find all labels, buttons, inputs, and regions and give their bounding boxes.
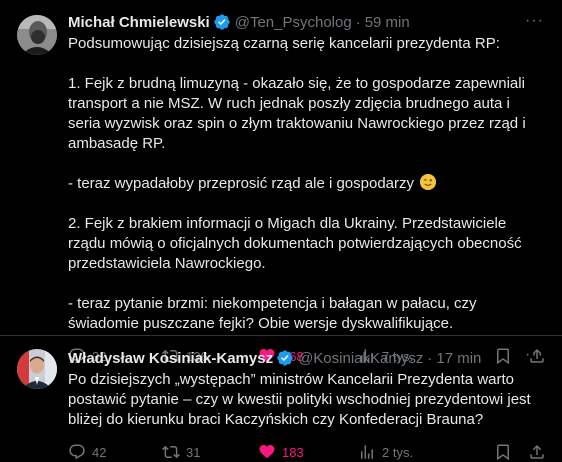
tweet-michal-chmielewski[interactable]: ··· Michał Chmielewski @Ten_Psycholog · … [0,0,562,365]
like-count: 183 [282,444,304,460]
views-chart-icon [361,445,373,459]
separator: · [427,349,433,367]
tweet-actions: 42 31 183 2 tys. [68,442,546,462]
repost-count: 31 [186,444,201,460]
tweet-wladyslaw-kosiniak-kamysz[interactable]: ··· Władysław Kosiniak-Kamysz @KosiniakK… [0,336,562,461]
tweet-text: Podsumowując dzisiejszą czarną serię kan… [68,34,546,334]
bookmark-icon[interactable] [494,443,512,461]
repost-icon [162,445,180,459]
repost-button[interactable]: 31 [162,443,258,461]
reply-count: 42 [92,444,107,460]
avatar[interactable] [17,15,57,55]
like-button[interactable]: 183 [258,443,358,461]
author-name[interactable]: Władysław Kosiniak-Kamysz [68,350,273,367]
verified-badge-icon [277,350,293,366]
tweet-header: Władysław Kosiniak-Kamysz @KosiniakKamys… [68,348,546,368]
verified-badge-icon [214,14,230,30]
author-name[interactable]: Michał Chmielewski [68,14,210,31]
wink-emoji-icon [420,174,437,190]
tweet-line: Podsumowując dzisiejszą czarną serię kan… [68,35,500,52]
author-handle[interactable]: @Ten_Psycholog [235,14,352,31]
tweet-line: Po dzisiejszych „występach” ministrów Ka… [68,371,531,428]
share-icon[interactable] [528,443,546,461]
more-options-icon[interactable]: ··· [525,13,544,29]
tweet-line: - teraz wypadałoby przeprosić rząd ale i… [68,174,546,194]
reply-button[interactable]: 42 [68,443,162,461]
tweet-line: - teraz pytanie brzmi: niekompetencja i … [68,295,477,332]
timestamp[interactable]: 17 min [436,350,481,367]
heart-filled-icon [259,444,275,458]
author-handle[interactable]: @KosiniakKamysz [298,350,423,367]
separator: · [355,13,361,31]
views-button[interactable]: 2 tys. [358,443,454,461]
tweet-text: Po dzisiejszych „występach” ministrów Ka… [68,370,546,430]
avatar[interactable] [17,349,57,389]
reply-icon [69,444,85,460]
tweet-header: Michał Chmielewski @Ten_Psycholog · 59 m… [68,12,546,32]
tweet-line: 2. Fejk z brakiem informacji o Migach dl… [68,215,522,272]
views-count: 2 tys. [382,444,414,460]
timestamp[interactable]: 59 min [365,14,410,31]
more-options-icon[interactable]: ··· [525,347,544,363]
tweet-line: 1. Fejk z brudną limuzyną - okazało się,… [68,75,526,152]
